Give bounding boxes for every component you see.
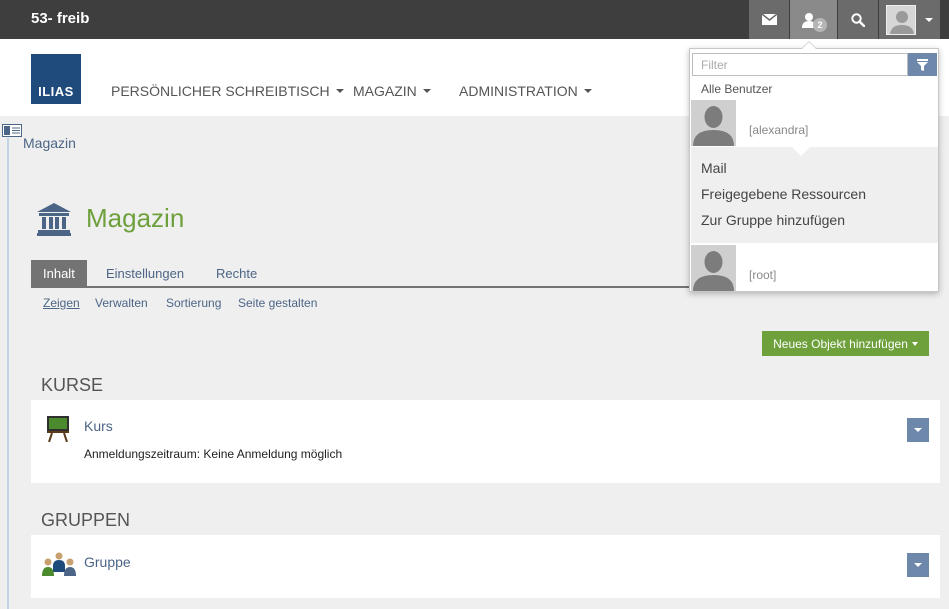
- installation-name: 53- freib: [31, 10, 90, 27]
- subtab-manage[interactable]: Verwalten: [95, 296, 148, 310]
- breadcrumb[interactable]: Magazin: [23, 135, 76, 151]
- search-icon: [851, 12, 865, 27]
- add-new-object-button[interactable]: Neues Objekt hinzufügen: [762, 331, 929, 356]
- tree-toggle-icon[interactable]: [2, 124, 22, 137]
- list-item: Gruppe: [31, 535, 940, 598]
- filter-input[interactable]: [692, 53, 908, 76]
- menu-repository[interactable]: MAGAZIN: [353, 83, 431, 99]
- chevron-down-icon: [583, 89, 592, 93]
- search-button[interactable]: [838, 0, 878, 39]
- menu-administration[interactable]: ADMINISTRATION: [459, 83, 592, 99]
- subtab-sorting[interactable]: Sortierung: [166, 296, 221, 310]
- item-description: Anmeldungszeitraum: Keine Anmeldung mögl…: [84, 447, 343, 461]
- chevron-down-icon: [914, 428, 922, 432]
- item-actions-button[interactable]: [907, 418, 929, 442]
- menu-label: PERSÖNLICHER SCHREIBTISCH: [111, 83, 330, 99]
- user-row-root[interactable]: [root]: [691, 245, 938, 291]
- tree-divider: [7, 138, 9, 609]
- page-title: Magazin: [86, 203, 185, 233]
- mail-button[interactable]: [749, 0, 789, 39]
- user-avatar-icon: [691, 100, 736, 146]
- item-actions-button[interactable]: [907, 553, 929, 577]
- tab-settings[interactable]: Einstellungen: [94, 260, 196, 286]
- user-login: [root]: [749, 268, 777, 282]
- filter-icon: [917, 58, 928, 71]
- subtab-page-editor[interactable]: Seite gestalten: [238, 296, 317, 310]
- chevron-down-icon: [422, 89, 431, 93]
- action-mail[interactable]: Mail: [701, 160, 727, 176]
- list-item: Kurs Anmeldungszeitraum: Keine Anmeldung…: [31, 400, 940, 483]
- section-title-groups: GRUPPEN: [41, 510, 131, 530]
- mail-icon: [761, 14, 777, 25]
- online-users-dropdown: Alle Benutzer [alexandra] Mail Freigegeb…: [689, 41, 939, 292]
- tab-content[interactable]: Inhalt: [31, 260, 87, 286]
- user-avatar-icon: [691, 245, 736, 291]
- action-add-to-group[interactable]: Zur Gruppe hinzufügen: [701, 212, 845, 228]
- account-menu-button[interactable]: [879, 0, 940, 39]
- all-users-label: Alle Benutzer: [701, 82, 773, 96]
- user-login: [alexandra]: [749, 123, 809, 137]
- filter-button[interactable]: [908, 53, 937, 76]
- item-title-link[interactable]: Gruppe: [84, 554, 131, 570]
- group-icon: [42, 552, 76, 576]
- avatar-icon: [886, 4, 916, 35]
- section-title-courses: KURSE: [41, 375, 104, 395]
- subtab-view[interactable]: Zeigen: [43, 296, 80, 310]
- chevron-down-icon: [335, 89, 344, 93]
- add-new-object-label: Neues Objekt hinzufügen: [773, 336, 908, 351]
- menu-label: MAGAZIN: [353, 83, 417, 99]
- chevron-down-icon: [925, 17, 933, 22]
- menu-personal-desktop[interactable]: PERSÖNLICHER SCHREIBTISCH: [111, 83, 344, 99]
- tab-bar: Inhalt Einstellungen Rechte: [31, 260, 691, 288]
- chevron-down-icon: [914, 563, 922, 567]
- top-bar: 53- freib 2: [0, 0, 949, 39]
- action-shared-resources[interactable]: Freigegebene Ressourcen: [701, 186, 866, 202]
- course-icon: [47, 416, 69, 442]
- tab-permissions[interactable]: Rechte: [204, 260, 269, 286]
- user-row-alexandra[interactable]: [alexandra]: [691, 100, 938, 146]
- menu-label: ADMINISTRATION: [459, 83, 578, 99]
- user-actions: Mail Freigegebene Ressourcen Zur Gruppe …: [691, 146, 938, 243]
- ilias-logo[interactable]: ILIAS: [31, 54, 81, 104]
- item-title-link[interactable]: Kurs: [84, 418, 113, 434]
- repository-icon: [37, 203, 71, 236]
- online-users-button[interactable]: 2: [790, 0, 837, 39]
- user-count-badge: 2: [813, 18, 827, 32]
- chevron-down-icon: [911, 341, 918, 346]
